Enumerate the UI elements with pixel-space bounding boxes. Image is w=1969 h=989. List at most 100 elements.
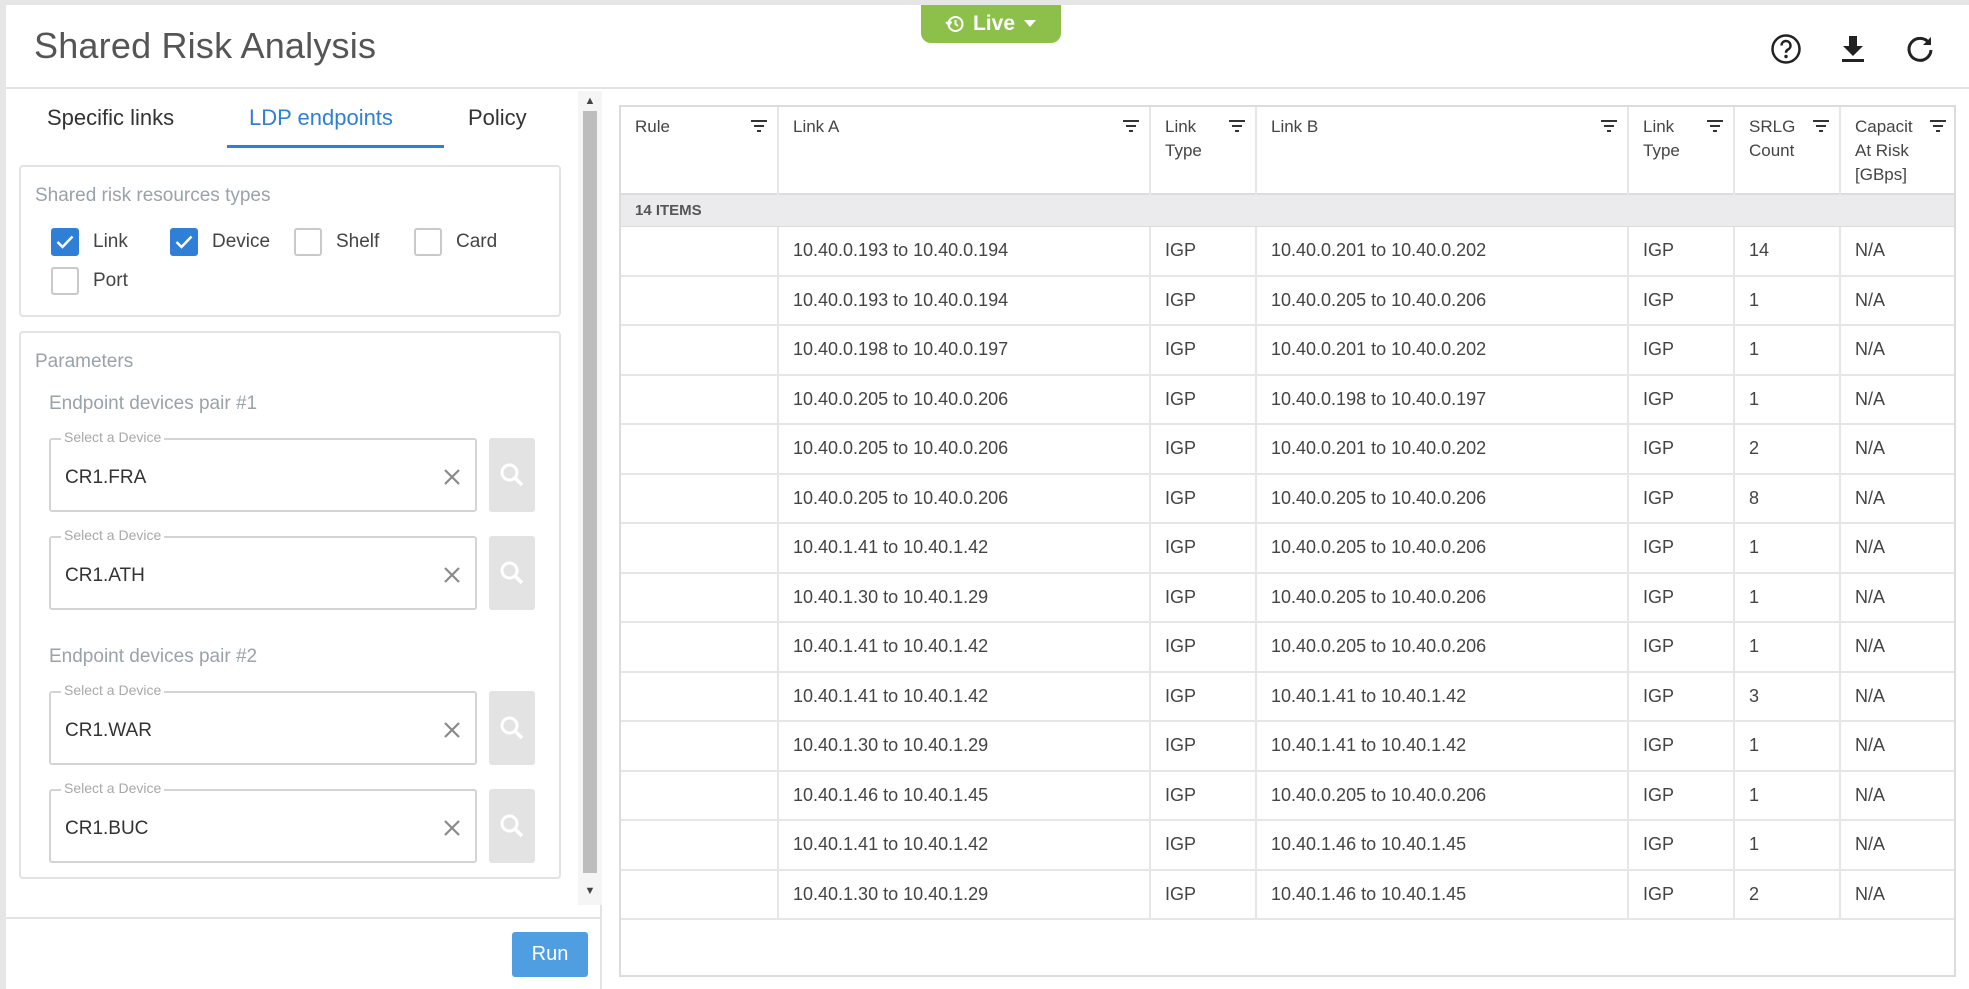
cell-link-a: 10.40.1.41 to 10.40.1.42	[779, 623, 1151, 671]
checkbox-shelf[interactable]: Shelf	[294, 228, 379, 256]
checkbox-card[interactable]: Card	[414, 228, 497, 256]
cell-srlg-count: 1	[1735, 573, 1841, 621]
table-row[interactable]: 10.40.1.46 to 10.40.1.45 IGP 10.40.0.205 t…	[621, 771, 1954, 821]
table-row[interactable]: 10.40.0.205 to 10.40.0.206 IGP 10.40.0.198…	[621, 375, 1954, 425]
run-button[interactable]: Run	[512, 932, 588, 977]
column-header-link-a-type[interactable]: Link Type	[1151, 107, 1257, 195]
table-row[interactable]: 10.40.1.30 to 10.40.1.29 IGP 10.40.1.46 to…	[621, 870, 1954, 920]
scroll-thumb[interactable]	[583, 111, 597, 873]
column-header-capacity-at-risk[interactable]: Capacit At Risk [GBps]	[1841, 107, 1954, 195]
field-value[interactable]: CR1.ATH	[65, 565, 405, 587]
filter-icon[interactable]	[751, 119, 767, 133]
device-field-pair2-b[interactable]: Select a Device CR1.BUC	[49, 780, 477, 863]
table-row[interactable]: 10.40.0.193 to 10.40.0.194 IGP 10.40.0.201…	[621, 227, 1954, 277]
device-search-button[interactable]	[489, 536, 535, 610]
column-header-rule[interactable]: Rule	[621, 107, 779, 195]
table-row[interactable]: 10.40.1.41 to 10.40.1.42 IGP 10.40.0.205 t…	[621, 623, 1954, 673]
scroll-down-arrow-icon[interactable]: ▼	[584, 885, 596, 897]
table-row[interactable]: 10.40.1.41 to 10.40.1.42 IGP 10.40.1.46 to…	[621, 821, 1954, 871]
checkbox-label: Device	[212, 231, 271, 252]
filter-icon[interactable]	[1707, 119, 1723, 133]
filter-icon[interactable]	[1229, 119, 1245, 133]
table-row[interactable]: 10.40.0.205 to 10.40.0.206 IGP 10.40.0.205…	[621, 474, 1954, 524]
table-row[interactable]: 10.40.0.193 to 10.40.0.194 IGP 10.40.0.205…	[621, 276, 1954, 326]
grid-header: Rule Link A Link Type Link B Link Type SRLG C…	[621, 107, 1954, 195]
column-header-link-a[interactable]: Link A	[779, 107, 1151, 195]
checkbox-box[interactable]	[414, 228, 442, 256]
filter-icon[interactable]	[1123, 119, 1139, 133]
checkbox-label: Card	[456, 231, 498, 252]
live-label: Live	[972, 12, 1016, 35]
cell-capacity-at-risk: N/A	[1855, 784, 1886, 805]
device-search-button[interactable]	[489, 438, 535, 512]
table-row[interactable]: 10.40.1.30 to 10.40.1.29 IGP 10.40.1.41 to…	[621, 722, 1954, 772]
tab-specific-links[interactable]: Specific links	[47, 105, 174, 141]
filter-icon[interactable]	[1601, 119, 1617, 133]
cell-srlg-count: 1	[1735, 326, 1841, 374]
active-tab-indicator	[227, 145, 444, 148]
table-row[interactable]: 10.40.1.41 to 10.40.1.42 IGP 10.40.0.205 t…	[621, 524, 1954, 574]
cell-link-b-type: IGP	[1629, 870, 1735, 918]
clear-icon[interactable]	[441, 466, 463, 488]
cell-link-a-type: IGP	[1151, 524, 1257, 572]
table-row[interactable]: 10.40.0.205 to 10.40.0.206 IGP 10.40.0.201…	[621, 425, 1954, 475]
cell-link-a: 10.40.1.41 to 10.40.1.42	[779, 672, 1151, 720]
cell-link-a-type: IGP	[1151, 276, 1257, 324]
cell-rule	[621, 771, 779, 819]
device-field-pair2-a[interactable]: Select a Device CR1.WAR	[49, 682, 477, 765]
cell-link-b: 10.40.0.205 to 10.40.0.206	[1257, 524, 1629, 572]
cell-link-a-type: IGP	[1151, 672, 1257, 720]
cell-link-b: 10.40.1.46 to 10.40.1.45	[1257, 821, 1629, 869]
scroll-up-arrow-icon[interactable]: ▲	[584, 95, 596, 107]
device-search-button[interactable]	[489, 691, 535, 765]
table-row[interactable]: 10.40.1.30 to 10.40.1.29 IGP 10.40.0.205 t…	[621, 573, 1954, 623]
search-icon	[500, 463, 524, 487]
cell-rule	[621, 870, 779, 918]
cell-link-a: 10.40.1.41 to 10.40.1.42	[779, 524, 1151, 572]
cell-link-b: 10.40.0.205 to 10.40.0.206	[1257, 474, 1629, 522]
checkbox-link[interactable]: Link	[51, 228, 128, 256]
cell-rule	[621, 722, 779, 770]
cell-rule	[621, 474, 779, 522]
device-field-pair1-a[interactable]: Select a Device CR1.FRA	[49, 429, 477, 512]
column-header-label: SRLG Count	[1749, 117, 1796, 160]
clear-icon[interactable]	[441, 817, 463, 839]
table-row[interactable]: 10.40.1.41 to 10.40.1.42 IGP 10.40.1.41 to…	[621, 672, 1954, 722]
help-icon[interactable]	[1766, 29, 1806, 69]
cell-link-a-type: IGP	[1151, 573, 1257, 621]
field-label: Select a Device	[61, 429, 165, 445]
cell-link-b: 10.40.0.201 to 10.40.0.202	[1257, 326, 1629, 374]
download-icon[interactable]	[1833, 29, 1873, 69]
checkbox-box[interactable]	[294, 228, 322, 256]
column-header-link-b[interactable]: Link B	[1257, 107, 1629, 195]
column-header-srlg-count[interactable]: SRLG Count	[1735, 107, 1841, 195]
refresh-icon[interactable]	[1900, 29, 1940, 69]
tab-ldp-endpoints[interactable]: LDP endpoints	[249, 105, 393, 141]
checkbox-box[interactable]	[51, 228, 79, 256]
header: Shared Risk Analysis Live	[6, 5, 1969, 89]
cell-srlg-count: 1	[1735, 771, 1841, 819]
table-row[interactable]: 10.40.0.198 to 10.40.0.197 IGP 10.40.0.201…	[621, 326, 1954, 376]
field-value[interactable]: CR1.BUC	[65, 818, 405, 840]
cell-link-a-type: IGP	[1151, 870, 1257, 918]
clear-icon[interactable]	[441, 719, 463, 741]
checkbox-box[interactable]	[170, 228, 198, 256]
device-search-button[interactable]	[489, 789, 535, 863]
checkbox-port[interactable]: Port	[51, 267, 128, 295]
device-field-pair1-b[interactable]: Select a Device CR1.ATH	[49, 527, 477, 610]
checkbox-box[interactable]	[51, 267, 79, 295]
checkbox-device[interactable]: Device	[170, 228, 270, 256]
pair-2-title: Endpoint devices pair #2	[49, 646, 258, 667]
filter-icon[interactable]	[1930, 119, 1946, 133]
cell-capacity-at-risk: N/A	[1855, 586, 1886, 607]
caret-down-icon	[1023, 19, 1037, 29]
field-value[interactable]: CR1.FRA	[65, 467, 405, 489]
cell-link-b-type: IGP	[1629, 771, 1735, 819]
clear-icon[interactable]	[441, 564, 463, 586]
left-panel-scrollbar[interactable]: ▲ ▼	[578, 91, 602, 905]
tab-policy[interactable]: Policy	[468, 105, 527, 141]
live-mode-button[interactable]: Live	[921, 5, 1061, 43]
column-header-link-b-type[interactable]: Link Type	[1629, 107, 1735, 195]
filter-icon[interactable]	[1813, 119, 1829, 133]
field-value[interactable]: CR1.WAR	[65, 720, 405, 742]
